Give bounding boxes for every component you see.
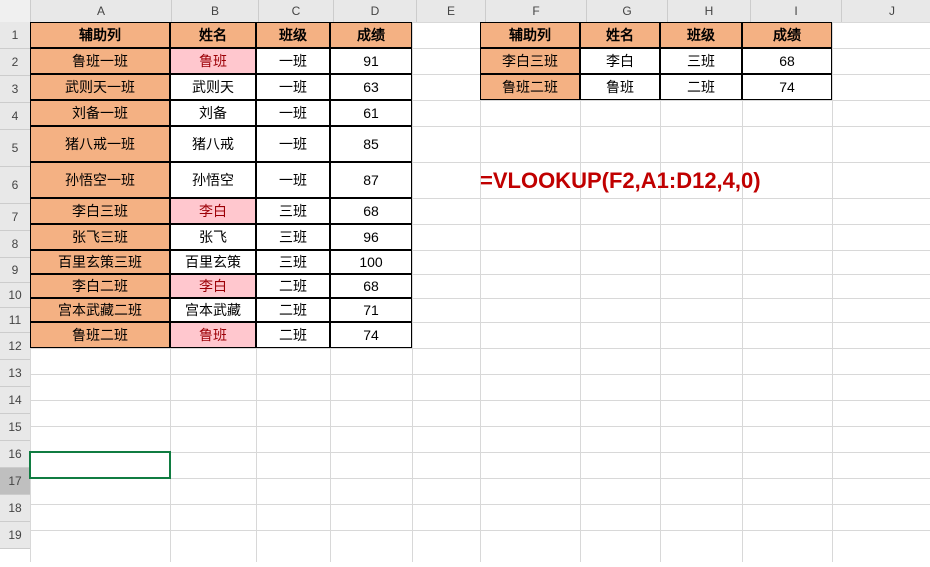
right-class-2[interactable]: 二班 (660, 74, 742, 100)
left-score-7[interactable]: 96 (330, 224, 412, 250)
left-aux-3[interactable]: 刘备一班 (30, 100, 170, 126)
left-score-6[interactable]: 68 (330, 198, 412, 224)
col-header-E[interactable]: E (417, 0, 486, 23)
left-header-name[interactable]: 姓名 (170, 22, 256, 48)
right-score-1[interactable]: 68 (742, 48, 832, 74)
right-name-1[interactable]: 李白 (580, 48, 660, 74)
left-name-7[interactable]: 张飞 (170, 224, 256, 250)
right-class-1[interactable]: 三班 (660, 48, 742, 74)
left-class-5[interactable]: 一班 (256, 162, 330, 198)
left-class-4[interactable]: 一班 (256, 126, 330, 162)
col-header-G[interactable]: G (587, 0, 668, 23)
left-name-8[interactable]: 百里玄策 (170, 250, 256, 274)
left-class-11[interactable]: 二班 (256, 322, 330, 348)
left-name-3[interactable]: 刘备 (170, 100, 256, 126)
row-header-10[interactable]: 10 (0, 283, 31, 308)
left-name-4[interactable]: 猪八戒 (170, 126, 256, 162)
left-class-8[interactable]: 三班 (256, 250, 330, 274)
left-name-5[interactable]: 孙悟空 (170, 162, 256, 198)
left-score-1[interactable]: 91 (330, 48, 412, 74)
left-header-aux[interactable]: 辅助列 (30, 22, 170, 48)
right-name-2[interactable]: 鲁班 (580, 74, 660, 100)
left-score-4[interactable]: 85 (330, 126, 412, 162)
row-header-15[interactable]: 15 (0, 414, 31, 441)
left-class-10[interactable]: 二班 (256, 298, 330, 322)
row-header-4[interactable]: 4 (0, 103, 31, 130)
left-aux-8[interactable]: 百里玄策三班 (30, 250, 170, 274)
row-header-1[interactable]: 1 (0, 22, 31, 49)
row-header-11[interactable]: 11 (0, 308, 31, 333)
row-header-13[interactable]: 13 (0, 360, 31, 387)
left-aux-7[interactable]: 张飞三班 (30, 224, 170, 250)
left-header-score[interactable]: 成绩 (330, 22, 412, 48)
left-aux-6[interactable]: 李白三班 (30, 198, 170, 224)
left-name-2[interactable]: 武则天 (170, 74, 256, 100)
left-name-11[interactable]: 鲁班 (170, 322, 256, 348)
col-header-F[interactable]: F (486, 0, 587, 23)
left-score-10[interactable]: 71 (330, 298, 412, 322)
col-header-C[interactable]: C (259, 0, 334, 23)
left-class-1[interactable]: 一班 (256, 48, 330, 74)
left-class-3[interactable]: 一班 (256, 100, 330, 126)
right-header-class[interactable]: 班级 (660, 22, 742, 48)
formula-display: =VLOOKUP(F2,A1:D12,4,0) (480, 168, 761, 194)
left-aux-10[interactable]: 宫本武藏二班 (30, 298, 170, 322)
left-score-3[interactable]: 61 (330, 100, 412, 126)
left-aux-9[interactable]: 李白二班 (30, 274, 170, 298)
right-header-score[interactable]: 成绩 (742, 22, 832, 48)
left-name-9[interactable]: 李白 (170, 274, 256, 298)
left-aux-1[interactable]: 鲁班一班 (30, 48, 170, 74)
row-header-8[interactable]: 8 (0, 231, 31, 258)
right-header-aux[interactable]: 辅助列 (480, 22, 580, 48)
row-header-2[interactable]: 2 (0, 49, 31, 76)
row-header-14[interactable]: 14 (0, 387, 31, 414)
row-header-7[interactable]: 7 (0, 204, 31, 231)
left-score-2[interactable]: 63 (330, 74, 412, 100)
right-aux-2[interactable]: 鲁班二班 (480, 74, 580, 100)
left-aux-4[interactable]: 猪八戒一班 (30, 126, 170, 162)
right-header-name[interactable]: 姓名 (580, 22, 660, 48)
left-header-class[interactable]: 班级 (256, 22, 330, 48)
row-header-3[interactable]: 3 (0, 76, 31, 103)
active-cell-selection (29, 451, 171, 479)
row-header-18[interactable]: 18 (0, 495, 31, 522)
left-class-7[interactable]: 三班 (256, 224, 330, 250)
left-score-11[interactable]: 74 (330, 322, 412, 348)
col-header-I[interactable]: I (751, 0, 842, 23)
left-aux-11[interactable]: 鲁班二班 (30, 322, 170, 348)
col-header-D[interactable]: D (334, 0, 417, 23)
left-aux-5[interactable]: 孙悟空一班 (30, 162, 170, 198)
left-name-6[interactable]: 李白 (170, 198, 256, 224)
row-header-9[interactable]: 9 (0, 258, 31, 283)
left-score-8[interactable]: 100 (330, 250, 412, 274)
left-score-9[interactable]: 68 (330, 274, 412, 298)
row-header-19[interactable]: 19 (0, 522, 31, 549)
col-header-B[interactable]: B (172, 0, 259, 23)
row-header-17[interactable]: 17 (0, 468, 31, 495)
row-header-5[interactable]: 5 (0, 130, 31, 167)
row-header-12[interactable]: 12 (0, 333, 31, 360)
left-class-6[interactable]: 三班 (256, 198, 330, 224)
right-score-2[interactable]: 74 (742, 74, 832, 100)
col-header-J[interactable]: J (842, 0, 930, 23)
row-header-16[interactable]: 16 (0, 441, 31, 468)
col-header-A[interactable]: A (31, 0, 172, 23)
left-name-10[interactable]: 宫本武藏 (170, 298, 256, 322)
left-class-2[interactable]: 一班 (256, 74, 330, 100)
left-class-9[interactable]: 二班 (256, 274, 330, 298)
left-score-5[interactable]: 87 (330, 162, 412, 198)
select-all-corner[interactable] (0, 0, 31, 23)
left-name-1[interactable]: 鲁班 (170, 48, 256, 74)
row-header-6[interactable]: 6 (0, 167, 31, 204)
left-aux-2[interactable]: 武则天一班 (30, 74, 170, 100)
spreadsheet[interactable]: ABCDEFGHIJ 12345678910111213141516171819… (0, 0, 930, 567)
right-aux-1[interactable]: 李白三班 (480, 48, 580, 74)
col-header-H[interactable]: H (668, 0, 751, 23)
